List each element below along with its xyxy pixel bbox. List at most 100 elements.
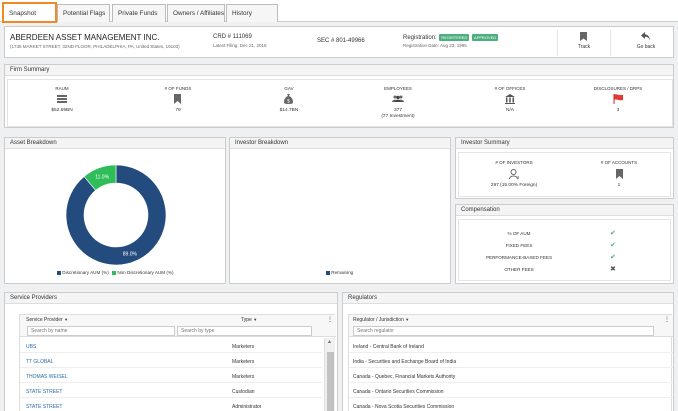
compensation-box: % OF AUM ✔ FIXED FEES ✔ PERFORMANCE-BASE… (458, 219, 671, 281)
column-menu-icon[interactable]: ⋮ (664, 316, 670, 323)
summary-gav: GAV $ $14.7BN (249, 86, 329, 126)
comp-label-performance: PERFORMANCE-BASED FEES (485, 255, 553, 260)
provider-name-ubs[interactable]: UBS (26, 344, 36, 350)
comp-label-aum: % OF AUM (507, 231, 531, 236)
bookmark-icon (580, 32, 587, 41)
go-back-button[interactable]: Go back (631, 31, 661, 55)
service-providers-panel: Service Providers Service Provider ▼ Typ… (4, 292, 338, 411)
regulator-row: India - Securities and Exchange Board of… (353, 359, 457, 365)
column-menu-icon[interactable]: ⋮ (327, 316, 333, 323)
provider-type: Custodian (232, 389, 255, 395)
search-by-name-input[interactable] (27, 326, 175, 336)
bank-icon (505, 94, 515, 104)
legend-swatch-remaining (326, 270, 330, 275)
investor-legend: Remaining (326, 270, 353, 275)
comp-status-fixed: ✔ (610, 242, 616, 249)
registration-line: Registration: REGISTERED APPROVED (403, 34, 499, 41)
registered-badge: REGISTERED (439, 34, 470, 41)
compensation-title: Compensation (456, 205, 673, 216)
search-by-type-input[interactable] (177, 326, 312, 336)
legend-label-discretionary: Discretionary AUM (%) (62, 270, 109, 275)
flag-icon (613, 94, 623, 104)
scrollbar-thumb[interactable] (327, 352, 334, 411)
regulator-row: Ireland - Central Bank of Ireland (353, 344, 424, 350)
accounts-value: 1 (617, 183, 621, 188)
regulator-row: Canada - Ontario Securities Commission (353, 389, 444, 395)
bookmark-icon (616, 169, 623, 179)
tab-owners-affiliates[interactable]: Owners / Affiliates (167, 4, 225, 22)
user-icon: $ (509, 169, 519, 179)
summary-disclosures-label: DISCLOSURES / DRPS (593, 86, 643, 91)
regulators-title: Regulators (343, 293, 673, 304)
summary-raum: RAUM $52.69BN (22, 86, 102, 126)
summary-funds-label: # OF FUNDS (164, 86, 192, 91)
donut-label-discretionary: 89.0% (123, 252, 138, 258)
regulator-row: Canada - Quebec, Financial Markets Autho… (353, 374, 456, 380)
regulators-grid: Regulator / Jurisdiction ▼ ⋮ Ireland - C… (348, 314, 673, 411)
tab-bar: Snapshot Potential Flags Private Funds O… (0, 0, 678, 23)
investor-summary-panel: Investor Summary # OF INVESTORS $ 297 (1… (455, 137, 674, 199)
asset-donut-chart: 89.0% 11.0% (65, 164, 167, 266)
investor-summary-title: Investor Summary (456, 138, 673, 149)
service-providers-scrollbar[interactable]: ▲ (324, 338, 335, 411)
summary-raum-value: $52.69BN (51, 108, 73, 113)
firm-name: ABERDEEN ASSET MANAGEMENT INC. (10, 33, 160, 42)
investor-breakdown-title: Investor Breakdown (230, 138, 450, 149)
legend-swatch-discretionary (57, 270, 61, 275)
search-regulator-input[interactable] (353, 326, 654, 336)
provider-type: Administrator (232, 404, 262, 410)
provider-type: Marketers (232, 359, 255, 365)
summary-funds-value: 79 (175, 108, 181, 113)
comp-status-aum: ✔ (610, 230, 616, 237)
provider-name-tt-global[interactable]: TT GLOBAL (26, 359, 53, 365)
firm-summary-box: RAUM $52.69BN # OF FUNDS 79 GAV $ $14.7B… (7, 79, 673, 127)
reply-arrow-icon (641, 32, 650, 40)
summary-employees-investment: (77 Investment) (381, 114, 415, 119)
track-label: Track (577, 44, 591, 50)
provider-name-state-street[interactable]: STATE STREET (26, 389, 62, 395)
col-type[interactable]: Type ▼ (241, 317, 257, 323)
legend-label-non-discretionary: Non Discretionary AUM (%) (117, 270, 174, 275)
provider-type: Marketers (232, 344, 255, 350)
regulators-panel: Regulators Regulator / Jurisdiction ▼ ⋮ … (342, 292, 674, 411)
provider-type: Marketers (232, 374, 255, 380)
sec-number: SEC # 801-49966 (317, 38, 365, 44)
asset-breakdown-panel: Asset Breakdown 89.0% 11.0% Discretionar… (4, 137, 226, 284)
summary-offices-value: N/A (506, 108, 514, 113)
svg-text:$: $ (517, 175, 519, 179)
summary-employees: EMPLOYEES 377 (77 Investment) (358, 86, 438, 126)
track-button[interactable]: Track (569, 31, 599, 55)
service-providers-grid: Service Provider ▼ Type ▼ ⋮ UBS Marketer… (19, 314, 336, 411)
service-providers-title: Service Providers (5, 293, 337, 304)
accounts-label: # OF ACCOUNTS (600, 160, 638, 165)
summary-offices-label: # OF OFFICES (494, 86, 526, 91)
scroll-up-arrow-icon[interactable]: ▲ (327, 339, 332, 345)
donut-label-non-discretionary: 11.0% (95, 174, 109, 180)
crd-number: CRD # 111069 (213, 34, 252, 40)
investor-breakdown-panel: Investor Breakdown Remaining (229, 137, 451, 284)
firm-summary-title: Firm Summary (5, 65, 673, 76)
people-icon (392, 95, 404, 102)
legend-swatch-non-discretionary (112, 270, 117, 275)
money-icon (57, 95, 67, 103)
summary-gav-label: GAV (284, 86, 294, 91)
tab-private-funds[interactable]: Private Funds (112, 4, 166, 22)
col-regulator[interactable]: Regulator / Jurisdiction ▼ (353, 317, 409, 323)
tab-snapshot[interactable]: Snapshot (2, 2, 57, 23)
regulator-row: Canada - Nova Scotia Securities Commissi… (353, 404, 455, 410)
tab-history[interactable]: History (226, 4, 278, 22)
summary-employees-label: EMPLOYEES (384, 86, 412, 91)
service-providers-rows: UBS Marketers TT GLOBAL Marketers THOMAS… (20, 338, 322, 411)
tab-potential-flags[interactable]: Potential Flags (57, 4, 110, 22)
bookmark-icon (174, 94, 181, 104)
provider-name-thomas-weisel[interactable]: THOMAS WEISEL (26, 374, 68, 380)
col-service-provider[interactable]: Service Provider ▼ (26, 317, 68, 323)
provider-name-state-street-2[interactable]: STATE STREET (26, 404, 62, 410)
approved-badge: APPROVED (472, 34, 499, 41)
summary-employees-value: 377 (393, 108, 402, 113)
money-bag-icon: $ (284, 94, 293, 104)
investors-value: 297 (15.00% Foreign) (490, 183, 538, 188)
investors-label: # OF INVESTORS (495, 160, 533, 165)
asset-legend: Discretionary AUM (%) Non Discretionary … (57, 270, 173, 275)
comp-status-performance: ✔ (610, 254, 616, 261)
